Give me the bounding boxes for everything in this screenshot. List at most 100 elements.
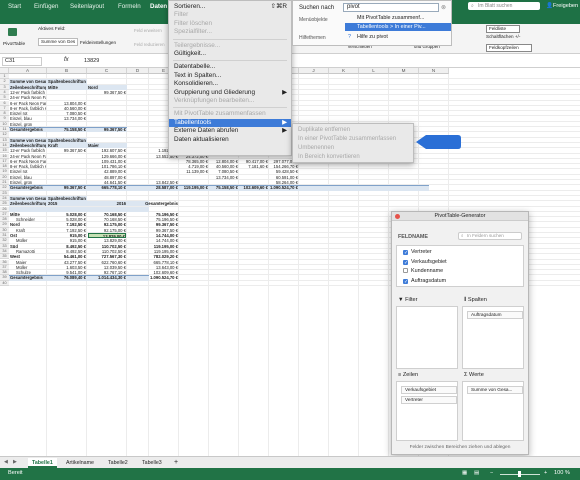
pivot-total[interactable]: 75.158,50 € — [210, 185, 238, 190]
field-item[interactable]: Kundenname — [403, 267, 443, 275]
checkbox[interactable]: ✓ — [403, 278, 408, 284]
checkbox[interactable]: ✓ — [403, 250, 408, 256]
search-result-2[interactable]: Tabellentools > In einer Piv... — [345, 23, 451, 31]
column-header[interactable]: L — [359, 68, 389, 74]
column-header[interactable]: D — [127, 68, 149, 74]
pivot-total[interactable]: 119.195,00 € — [180, 185, 208, 190]
column-header[interactable]: A — [9, 68, 47, 74]
tab-seitenlayout[interactable]: Seitenlayout — [70, 3, 104, 10]
menu-item[interactable]: Tabellentools ▶ — [169, 118, 291, 128]
pivot-total[interactable]: 1.014.434,30 € — [88, 275, 126, 280]
column-header[interactable]: B — [47, 68, 87, 74]
values-chip[interactable]: Summe von Gesa... — [467, 386, 523, 394]
normal-view-icon[interactable]: ▦ — [462, 470, 467, 476]
menu-item[interactable]: Konsolidieren... — [169, 80, 291, 88]
checkbox[interactable] — [403, 268, 408, 273]
menu-item[interactable]: Gültigkeit... — [169, 50, 291, 58]
values-dropzone[interactable]: Summe von Gesa... — [462, 381, 524, 441]
pane-titlebar[interactable]: PivotTable-Generator — [392, 212, 528, 221]
submenu-item[interactable]: Umbenennen — [293, 144, 413, 152]
tab-nav-right-icon[interactable]: ▶ — [13, 459, 17, 465]
share-button[interactable]: 👤Freigeben — [546, 3, 578, 9]
pivot-col-label[interactable]: 2015 — [48, 201, 86, 206]
rows-chip-1[interactable]: Verkaufsgebiet — [401, 386, 457, 394]
columns-dropzone[interactable]: Auftragsdatum — [462, 306, 524, 369]
menu-item[interactable]: Verknüpfungen bearbeiten... — [169, 97, 291, 105]
pivot-total[interactable]: 75.158,50 € — [48, 127, 86, 132]
menu-item[interactable]: Mit PivotTable zusammenfassen — [169, 110, 291, 118]
search-result-3[interactable]: ? Hilfe zu pivot — [345, 33, 451, 41]
menu-item[interactable]: Text in Spalten... — [169, 72, 291, 80]
tab-nav-left-icon[interactable]: ◀ — [4, 459, 8, 465]
menu-item[interactable]: Filter löschen — [169, 20, 291, 28]
menu-item[interactable]: Spezialfilter... — [169, 28, 291, 36]
active-field-input[interactable]: Summe von Ges — [38, 38, 78, 46]
column-header[interactable]: N — [419, 68, 449, 74]
menu-item[interactable]: Gruppierung und Gliederung ▶ — [169, 89, 291, 97]
sheet-tab-tabelle3[interactable]: Tabelle3 — [138, 458, 166, 468]
pivot-total-label[interactable]: Gesamtergebnis — [10, 127, 46, 132]
search-result-1[interactable]: Mit PivotTable zusammenf... — [345, 14, 451, 22]
menu-item[interactable]: Daten aktualisieren — [169, 136, 291, 144]
zoom-slider-thumb[interactable] — [518, 471, 521, 477]
pivot-total[interactable]: 99.367,50 € — [48, 185, 86, 190]
sheet-tab-tabelle1[interactable]: Tabelle1 — [28, 458, 57, 468]
menu-item[interactable]: Sortieren... ⇧⌘R — [169, 3, 291, 11]
tab-einfuegen[interactable]: Einfügen — [34, 3, 58, 10]
row-header[interactable]: 40 — [0, 280, 9, 286]
tab-start[interactable]: Start — [8, 3, 21, 10]
checkbox[interactable]: ✓ — [403, 259, 408, 265]
pivot-row-header[interactable]: Zeilenbeschriftungen — [10, 201, 46, 206]
help-search-input[interactable]: pivot — [343, 3, 439, 12]
field-settings-button[interactable]: Feldeinstellungen — [80, 40, 116, 45]
pivot-total[interactable]: 102.609,60 € — [240, 185, 268, 190]
pivot-total[interactable]: 1.090.524,70 € — [128, 275, 178, 280]
sheet-search-input[interactable]: ⌕ Im Blatt suchen — [468, 2, 540, 10]
add-sheet-button[interactable]: + — [170, 458, 182, 468]
pivot-total[interactable]: 665.778,10 € — [88, 185, 126, 190]
tab-daten[interactable]: Daten — [150, 3, 167, 10]
collapse-field-button[interactable]: Feld reduzieren — [134, 42, 165, 47]
menu-item[interactable]: Filter — [169, 11, 291, 19]
pivot-total[interactable]: 1.090.524,70 € — [270, 185, 298, 190]
pivot-total[interactable]: 76.089,40 € — [48, 275, 86, 280]
field-search-input[interactable]: ⌕ In Feldern suchen — [458, 232, 522, 240]
column-header[interactable]: J — [299, 68, 329, 74]
field-item[interactable]: ✓ Verkaufsgebiet — [403, 258, 447, 266]
column-header[interactable]: C — [87, 68, 127, 74]
expand-field-button[interactable]: Feld erweitern — [134, 28, 162, 33]
pivot-col-label[interactable]: 2016 — [88, 201, 126, 206]
column-header[interactable]: K — [329, 68, 359, 74]
submenu-item[interactable]: In Bereich konvertieren — [293, 153, 413, 161]
menu-item[interactable]: Teilergebnisse... — [169, 42, 291, 50]
page-layout-icon[interactable]: ▤ — [474, 470, 479, 476]
pivot-total[interactable]: 28.587,00 € — [150, 185, 178, 190]
pivot-col-label[interactable]: Gesamtergebnis — [128, 201, 178, 206]
pivot-total[interactable]: 99.367,50 € — [88, 127, 126, 132]
sheet-tab-tabelle2[interactable]: Tabelle2 — [104, 458, 132, 468]
formula-input[interactable]: 13829 — [84, 58, 99, 64]
rows-chip-2[interactable]: Vertreter — [401, 396, 457, 404]
pivot-total-label[interactable]: Gesamtergebnis — [10, 185, 46, 190]
menu-item[interactable]: Datentabelle... — [169, 63, 291, 71]
fieldlist-toggle[interactable]: Feldliste — [486, 25, 520, 33]
submenu-item[interactable]: In einer PivotTable zusammenfassen — [293, 135, 413, 143]
pivot-total-label[interactable]: Gesamtergebnis — [10, 275, 46, 280]
field-headers-toggle[interactable]: Feldkopfzeilen — [486, 44, 532, 52]
clear-icon[interactable]: ⊗ — [441, 4, 446, 11]
sheet-tab-artikelname[interactable]: Artikelname — [62, 458, 98, 468]
rows-dropzone[interactable]: Verkaufsgebiet Vertreter — [396, 381, 458, 441]
buttons-toggle[interactable]: Schaltflächen +/- — [486, 34, 520, 39]
pivottable-icon[interactable] — [8, 28, 17, 36]
column-header[interactable]: M — [389, 68, 419, 74]
filter-dropzone[interactable] — [396, 306, 458, 369]
name-box[interactable]: C31 — [2, 57, 42, 66]
field-item[interactable]: ✓ Auftragsdatum — [403, 277, 446, 285]
submenu-item[interactable]: Duplikate entfernen — [293, 126, 413, 134]
tab-formeln[interactable]: Formeln — [118, 3, 141, 10]
menu-item[interactable]: Externe Daten abrufen ▶ — [169, 127, 291, 135]
columns-chip[interactable]: Auftragsdatum — [467, 311, 523, 319]
zoom-out-icon[interactable]: − — [490, 470, 493, 476]
zoom-in-icon[interactable]: + — [544, 470, 547, 476]
field-item[interactable]: ✓ Vertreter — [403, 248, 432, 256]
